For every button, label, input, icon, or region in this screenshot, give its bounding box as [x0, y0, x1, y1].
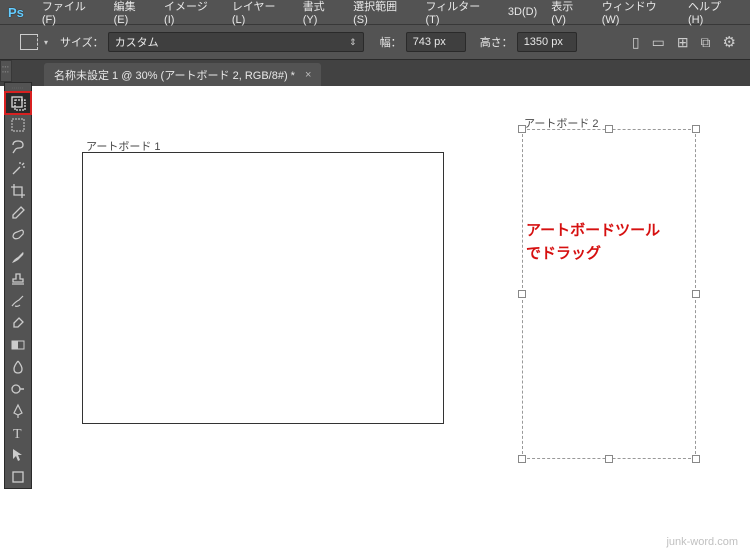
- gradient-tool[interactable]: [5, 334, 31, 356]
- resize-handle-top-left[interactable]: [518, 125, 526, 133]
- width-value: 743 px: [413, 36, 446, 48]
- crop-tool[interactable]: [5, 180, 31, 202]
- eyedropper-tool[interactable]: [5, 202, 31, 224]
- orient-landscape-icon[interactable]: ▭: [652, 34, 665, 51]
- app-logo: Ps: [8, 2, 30, 22]
- healing-brush-tool[interactable]: [5, 224, 31, 246]
- blur-tool[interactable]: [5, 356, 31, 378]
- stamp-tool[interactable]: [5, 268, 31, 290]
- height-value: 1350 px: [524, 36, 563, 48]
- artboard-tool-icon[interactable]: [20, 34, 38, 50]
- height-label: 高さ：: [480, 34, 513, 50]
- height-input[interactable]: 1350 px: [517, 32, 577, 52]
- resize-handle-bottom-right[interactable]: [692, 455, 700, 463]
- tools-panel: :::::: T: [4, 82, 32, 489]
- marquee-tool[interactable]: [5, 114, 31, 136]
- eraser-tool[interactable]: [5, 312, 31, 334]
- annotation-text: アートボードツールでドラッグ: [526, 220, 726, 265]
- artboard-2[interactable]: [522, 129, 696, 459]
- width-input[interactable]: 743 px: [406, 32, 466, 52]
- artboard-1[interactable]: [82, 152, 444, 424]
- menu-file[interactable]: ファイル(F): [42, 0, 100, 26]
- document-tab-title: 名称未設定 1 @ 30% (アートボード 2, RGB/8#) *: [54, 67, 295, 83]
- size-label: サイズ：: [60, 34, 104, 50]
- pen-tool[interactable]: [5, 400, 31, 422]
- canvas-area[interactable]: アートボード 1 アートボード 2 アートボードツールでドラッグ junk-wo…: [36, 86, 748, 550]
- menu-bar: Ps ファイル(F) 編集(E) イメージ(I) レイヤー(L) 書式(Y) 選…: [0, 0, 750, 24]
- align-distribute-icon[interactable]: ⊞: [677, 34, 689, 51]
- menu-type[interactable]: 書式(Y): [303, 0, 339, 26]
- resize-handle-mid-bottom[interactable]: [605, 455, 613, 463]
- menu-3d[interactable]: 3D(D): [508, 6, 537, 18]
- gear-icon[interactable]: ⚙: [723, 33, 736, 51]
- resize-handle-mid-right[interactable]: [692, 290, 700, 298]
- dock-handle[interactable]: ▪▪▪▪▪▪: [0, 60, 12, 82]
- tool-preset-chevron-icon[interactable]: ▾: [44, 38, 48, 47]
- width-label: 幅：: [380, 34, 402, 50]
- size-preset-select[interactable]: カスタム ⇕: [108, 32, 364, 52]
- path-select-tool[interactable]: [5, 444, 31, 466]
- document-tab[interactable]: 名称未設定 1 @ 30% (アートボード 2, RGB/8#) * ×: [44, 63, 321, 86]
- menu-select[interactable]: 選択範囲(S): [353, 0, 411, 26]
- menu-window[interactable]: ウィンドウ(W): [602, 0, 674, 26]
- menu-view[interactable]: 表示(V): [551, 0, 587, 26]
- resize-handle-mid-left[interactable]: [518, 290, 526, 298]
- lasso-tool[interactable]: [5, 136, 31, 158]
- svg-text:T: T: [13, 427, 22, 441]
- document-tab-bar: 名称未設定 1 @ 30% (アートボード 2, RGB/8#) * ×: [0, 60, 750, 86]
- history-brush-tool[interactable]: [5, 290, 31, 312]
- chevron-down-icon: ⇕: [349, 37, 357, 48]
- menu-filter[interactable]: フィルター(T): [425, 0, 493, 26]
- menu-image[interactable]: イメージ(I): [164, 0, 218, 26]
- resize-handle-bottom-left[interactable]: [518, 455, 526, 463]
- menu-help[interactable]: ヘルプ(H): [688, 0, 736, 26]
- orient-portrait-icon[interactable]: ▯: [632, 34, 640, 51]
- watermark: junk-word.com: [666, 536, 738, 548]
- resize-handle-top-right[interactable]: [692, 125, 700, 133]
- type-tool[interactable]: T: [5, 422, 31, 444]
- tab-close-icon[interactable]: ×: [305, 69, 311, 81]
- menu-layer[interactable]: レイヤー(L): [232, 0, 289, 26]
- magic-wand-tool[interactable]: [5, 158, 31, 180]
- menu-edit[interactable]: 編集(E): [114, 0, 150, 26]
- brush-tool[interactable]: [5, 246, 31, 268]
- shape-tool[interactable]: [5, 466, 31, 488]
- dodge-tool[interactable]: [5, 378, 31, 400]
- size-preset-value: カスタム: [115, 34, 159, 50]
- resize-handle-mid-top[interactable]: [605, 125, 613, 133]
- artboard-tool[interactable]: [5, 92, 31, 114]
- options-bar: ▾ サイズ： カスタム ⇕ 幅： 743 px 高さ： 1350 px ▯ ▭ …: [0, 24, 750, 60]
- panel-drag-handle[interactable]: ::::::: [5, 83, 31, 92]
- add-artboard-icon[interactable]: ⧉: [701, 34, 711, 51]
